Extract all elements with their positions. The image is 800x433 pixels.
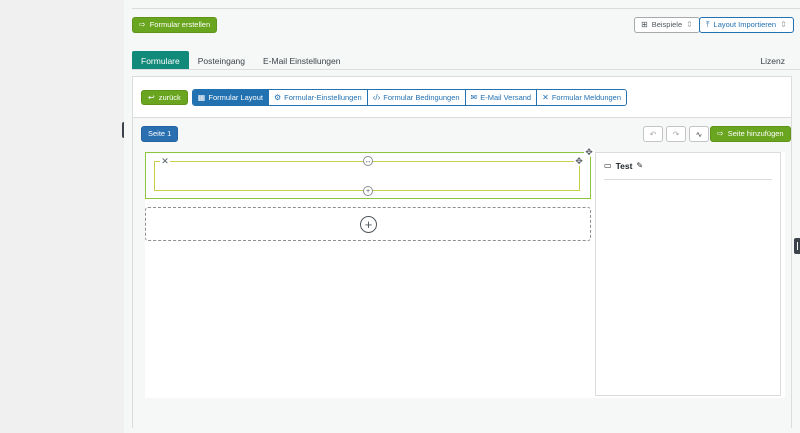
gear-icon: ⚙ [273, 92, 282, 102]
tab-email-versand[interactable]: ✉ E-Mail Versand [465, 90, 538, 105]
tab-posteingang[interactable]: Posteingang [189, 51, 254, 70]
pulse-icon: ∿ [695, 129, 703, 139]
edit-icon[interactable]: ✎ [636, 162, 643, 170]
expand-icon: ⇕ [780, 20, 787, 29]
undo-button[interactable]: ↶ [643, 126, 663, 142]
page-1-button[interactable]: Seite 1 [141, 126, 179, 142]
tools-icon: ✕ [542, 92, 549, 102]
import-layout-button[interactable]: ⤒ Layout Importieren ⇕ [699, 17, 794, 33]
examples-button[interactable]: ⊞ Beispiele ⇕ [634, 17, 700, 33]
tab-email-einstellungen[interactable]: E-Mail Einstellungen [254, 51, 349, 70]
form-canvas: ✕ ↔ ✥ ✥ + + ▭ Test ✎ [145, 147, 785, 398]
tab-lizenz[interactable]: Lizenz [760, 56, 785, 66]
grid-icon: ⊞ [641, 20, 648, 29]
sidebar-header: ▭ Test ✎ [604, 161, 643, 171]
form-row[interactable]: ✕ ↔ ✥ ✥ + [145, 147, 594, 199]
add-page-button[interactable]: ⇨ Seite hinzufügen [710, 126, 791, 142]
redo-icon: ↷ [672, 129, 680, 139]
main-area: ⇨ Formular erstellen ⊞ Beispiele ⇕ ⤒ Lay… [124, 0, 800, 433]
layout-editor: Seite 1 ↶ ↷ ∿ ⇨ Seite hinzufügen ✕ ↔ ✥ ✥… [133, 117, 791, 428]
top-divider [132, 8, 800, 9]
grid-icon: ▦ [197, 92, 206, 102]
expand-icon: ⇕ [686, 20, 693, 29]
code-icon: ‹/› [372, 92, 381, 102]
activity-button[interactable]: ∿ [689, 126, 709, 142]
tabs-divider [132, 69, 800, 70]
form-section-switcher: ▦ Formular Layout ⚙ Formular-Einstellung… [191, 89, 628, 106]
move-row-icon[interactable]: ✥ [584, 147, 594, 157]
field-sidebar: ▭ Test ✎ [595, 152, 781, 396]
main-tabs: Formulare Posteingang E-Mail Einstellung… [132, 51, 349, 70]
form-toolbar: ↩ zurück ▦ Formular Layout ⚙ Formular-Ei… [141, 89, 628, 106]
email-icon: ✉ [470, 92, 478, 102]
undo-icon: ↶ [649, 129, 657, 139]
tab-formular-einstellungen[interactable]: ⚙ Formular-Einstellungen [268, 90, 368, 105]
right-collapse-handle[interactable] [794, 238, 800, 254]
tab-formular-bedingungen[interactable]: ‹/› Formular Bedingungen [367, 90, 466, 105]
redo-button[interactable]: ↷ [666, 126, 686, 142]
sidebar-divider [604, 179, 772, 180]
move-column-icon[interactable]: ✥ [574, 156, 584, 166]
back-arrow-icon: ↩ [148, 92, 155, 102]
resize-column-icon[interactable]: ↔ [363, 156, 373, 166]
form-builder-panel: ↩ zurück ▦ Formular Layout ⚙ Formular-Ei… [132, 76, 792, 428]
left-gutter [0, 0, 122, 433]
add-field-icon[interactable]: + [363, 186, 373, 196]
tab-formular-meldungen[interactable]: ✕ Formular Meldungen [537, 90, 627, 105]
folder-icon: ▭ [604, 161, 612, 170]
add-row-dropzone[interactable]: + [145, 207, 591, 241]
create-form-button[interactable]: ⇨ Formular erstellen [132, 17, 218, 33]
sidebar-title: Test [615, 161, 633, 171]
tab-formulare[interactable]: Formulare [132, 51, 189, 70]
delete-row-icon[interactable]: ✕ [160, 156, 170, 166]
tab-formular-layout[interactable]: ▦ Formular Layout [192, 90, 269, 105]
add-page-icon: ⇨ [717, 129, 724, 138]
back-button[interactable]: ↩ zurück [141, 90, 188, 105]
upload-icon: ⤒ [706, 20, 710, 29]
add-form-icon: ⇨ [139, 20, 146, 29]
add-row-plus-icon: + [360, 216, 377, 233]
